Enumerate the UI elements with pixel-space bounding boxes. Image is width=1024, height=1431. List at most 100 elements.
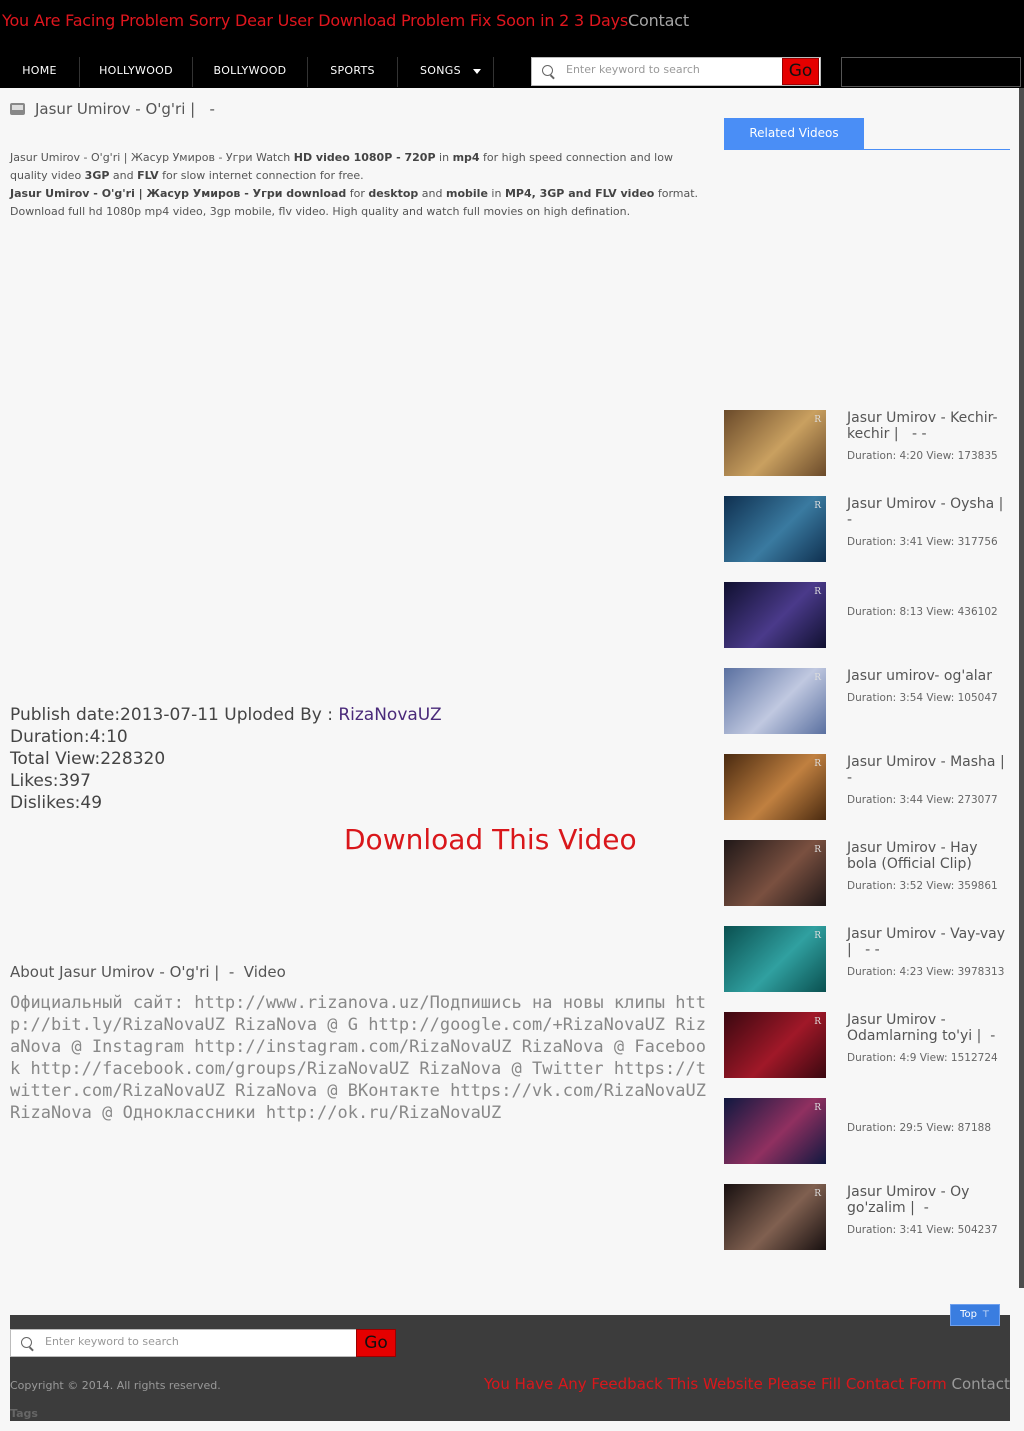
duration: Duration:4:10 [10,727,128,747]
desc-strong: FLV [137,169,159,182]
desc-strong: mobile [446,187,488,200]
footer-search-input[interactable] [43,1332,257,1350]
channel-logo-icon: R [814,673,821,683]
related-item[interactable]: R Jasur Umirov - Masha | - Duration: 3:44 … [724,754,1014,824]
channel-logo-icon: R [814,1103,821,1113]
desc-text: and [109,169,138,182]
publish-line: Publish date:2013-07-11 Uploded By : Riz… [10,704,442,726]
related-title[interactable]: Jasur Umirov - Odamlarning to'yi | - [847,1012,1009,1044]
publish-date: Publish date:2013-07-11 Uploded By : [10,705,339,725]
related-meta: Duration: 4:9 View: 1512724 [847,1052,998,1064]
footer-contact-link[interactable]: Contact [952,1375,1010,1393]
likes: Likes:397 [10,771,91,791]
nav-songs-label: SONGS [420,64,461,77]
related-meta: Duration: 3:41 View: 504237 [847,1224,998,1236]
related-title[interactable]: Jasur Umirov - Kechir-kechir | - - [847,410,1009,442]
related-item[interactable]: R Duration: 29:5 View: 87188 [724,1098,1014,1168]
download-link[interactable]: Download This Video [344,823,637,856]
related-meta: Duration: 3:41 View: 317756 [847,536,998,548]
footer-search [10,1329,358,1357]
search-icon [21,1337,32,1348]
related-title[interactable]: Jasur Umirov - Oysha | - [847,496,1009,528]
related-meta: Duration: 8:13 View: 436102 [847,606,998,618]
page-title: Jasur Umirov - O'g'ri | - [35,100,215,118]
header-search [531,57,821,86]
header-extra-box [841,57,1021,87]
document-icon [10,103,25,115]
related-item[interactable]: R Jasur Umirov - Oysha | - Duration: 3:41 … [724,496,1014,566]
related-meta: Duration: 29:5 View: 87188 [847,1122,992,1134]
total-view: Total View:228320 [10,749,166,769]
desc-strong: desktop [368,187,419,200]
related-item[interactable]: R Jasur Umirov - Hay bola (Official Clip)… [724,840,1014,910]
related-item[interactable]: R Jasur Umirov - Oy go'zalim | - Duration:… [724,1184,1014,1254]
announcement-bar: You Are Facing Problem Sorry Dear User D… [2,11,689,30]
channel-logo-icon: R [814,501,821,511]
desc-text: in [435,151,453,164]
back-to-top-button[interactable]: Top ⊤ [950,1304,1000,1326]
related-title[interactable]: Jasur umirov- og'alar [847,668,1009,684]
related-title[interactable]: Jasur Umirov - Oy go'zalim | - [847,1184,1009,1216]
page-edge [1019,88,1024,1288]
related-meta: Duration: 3:52 View: 359861 [847,880,998,892]
announcement-text: You Are Facing Problem Sorry Dear User D… [2,11,629,30]
related-thumbnail[interactable]: R [724,668,826,734]
channel-logo-icon: R [814,1189,821,1199]
nav-item-bollywood[interactable]: BOLLYWOOD [193,57,308,87]
nav-item-home[interactable]: HOME [0,57,80,87]
desc-text: for [346,187,369,200]
related-item[interactable]: R Jasur umirov- og'alar Duration: 3:54 Vie… [724,668,1014,738]
video-meta: Publish date:2013-07-11 Uploded By : Riz… [10,704,442,814]
channel-logo-icon: R [814,415,821,425]
uploader-link[interactable]: RizaNovaUZ [338,705,441,725]
channel-logo-icon: R [814,845,821,855]
desc-strong: HD video 1080P - 720P [293,151,436,164]
dislikes: Dislikes:49 [10,793,103,813]
feedback-text: You Have Any Feedback This Website Pleas… [484,1375,952,1393]
channel-logo-icon: R [814,1017,821,1027]
related-thumbnail[interactable]: R [724,840,826,906]
desc-text: Jasur Umirov - O'g'ri | Жасур Умиров - У… [10,151,294,164]
related-thumbnail[interactable]: R [724,1012,826,1078]
desc-text: for slow internet connection for free. [158,169,364,182]
channel-logo-icon: R [814,587,821,597]
related-title[interactable]: Jasur Umirov - Masha | - [847,754,1009,786]
related-meta: Duration: 4:20 View: 173835 [847,450,998,462]
tags-label: Tags [10,1407,38,1420]
desc-strong: mp4 [452,151,480,164]
channel-logo-icon: R [814,759,821,769]
related-thumbnail[interactable]: R [724,1184,826,1250]
related-item[interactable]: R Jasur Umirov - Vay-vay | - - Duration: 4… [724,926,1014,996]
channel-logo-icon: R [814,931,821,941]
desc-text: and [418,187,447,200]
desc-strong: 3GP [84,169,110,182]
footer-go-button[interactable]: Go [356,1329,396,1357]
related-item[interactable]: R Duration: 8:13 View: 436102 [724,582,1014,652]
related-thumbnail[interactable]: R [724,410,826,476]
related-thumbnail[interactable]: R [724,1098,826,1164]
related-title[interactable]: Jasur Umirov - Vay-vay | - - [847,926,1009,958]
related-title[interactable]: Jasur Umirov - Hay bola (Official Clip) [847,840,1009,872]
tab-related-videos[interactable]: Related Videos [724,118,864,149]
related-thumbnail[interactable]: R [724,754,826,820]
header-search-input[interactable] [564,60,778,78]
desc-strong: Jasur Umirov - O'g'ri | Жасур Умиров - У… [10,187,347,200]
feedback-line: You Have Any Feedback This Website Pleas… [484,1375,1010,1393]
nav-item-hollywood[interactable]: HOLLYWOOD [80,57,193,87]
related-meta: Duration: 4:23 View: 3978313 [847,966,1005,978]
related-meta: Duration: 3:44 View: 273077 [847,794,998,806]
header-go-button[interactable]: Go [782,58,819,85]
related-thumbnail[interactable]: R [724,926,826,992]
arrow-up-icon: ⊤ [982,1310,990,1320]
related-thumbnail[interactable]: R [724,496,826,562]
nav-item-songs[interactable]: SONGS [398,57,494,87]
about-heading: About Jasur Umirov - O'g'ri | - Video [10,963,286,981]
main-nav: HOME HOLLYWOOD BOLLYWOOD SPORTS SONGS [0,57,494,87]
related-thumbnail[interactable]: R [724,582,826,648]
contact-link[interactable]: Contact [628,11,689,30]
related-item[interactable]: R Jasur Umirov - Kechir-kechir | - - Durat… [724,410,1014,480]
related-item[interactable]: R Jasur Umirov - Odamlarning to'yi | - Dur… [724,1012,1014,1082]
chevron-down-icon [472,68,481,74]
nav-item-sports[interactable]: SPORTS [308,57,398,87]
copyright: Copyright © 2014. All rights reserved. [10,1379,221,1392]
